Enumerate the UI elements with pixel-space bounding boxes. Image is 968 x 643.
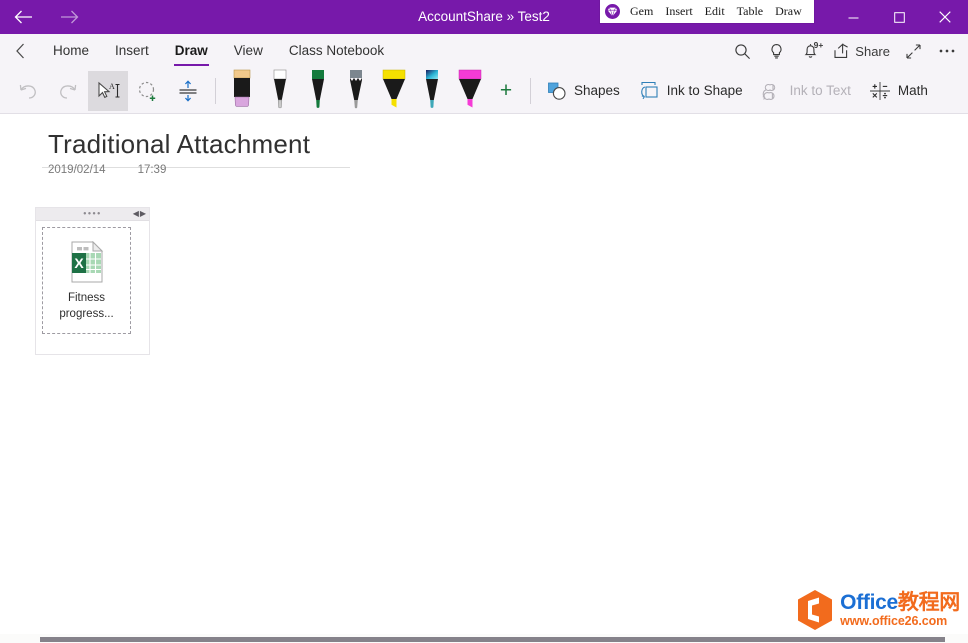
ribbon-right-actions: 9+ Share <box>725 34 964 68</box>
pen-green[interactable] <box>299 69 337 113</box>
title-bar: AccountShare » Test2 <box>0 0 968 34</box>
attachment-file-name[interactable]: Fitness progress... <box>43 290 130 322</box>
watermark-brand: Office教程网 <box>840 592 960 614</box>
insert-space-icon <box>177 80 199 102</box>
tab-class-notebook[interactable]: Class Notebook <box>276 34 397 68</box>
gem-menu-draw[interactable]: Draw <box>769 0 808 23</box>
add-pen-button[interactable]: + <box>489 71 523 111</box>
insert-space-button[interactable] <box>168 71 208 111</box>
shapes-button[interactable]: Shapes <box>538 71 629 111</box>
ellipsis-icon <box>938 48 956 54</box>
undo-icon <box>17 81 39 101</box>
resize-arrows-icon[interactable]: ◀▶ <box>133 210 147 218</box>
pen-eraser[interactable] <box>223 69 261 113</box>
office-logo-icon <box>796 589 834 631</box>
ink-to-shape-label: Ink to Shape <box>667 83 743 98</box>
gem-brand-label[interactable]: Gem <box>624 0 659 23</box>
tell-me-button[interactable] <box>759 34 793 68</box>
search-button[interactable] <box>725 34 759 68</box>
back-button[interactable] <box>0 0 46 34</box>
ink-to-shape-button[interactable]: Ink to Shape <box>629 71 752 111</box>
gem-addin-menu[interactable]: Gem Insert Edit Table Draw <box>600 0 814 23</box>
page-date[interactable]: 2019/02/14 <box>48 164 106 176</box>
math-icon <box>869 81 891 101</box>
navigation-back-icon[interactable] <box>0 34 40 68</box>
select-cursor-icon: A <box>95 80 121 102</box>
tab-view[interactable]: View <box>221 34 276 68</box>
ink-to-text-button[interactable]: Ink to Text <box>752 71 860 111</box>
ribbon-tab-bar: Home Insert Draw View Class Notebook <box>0 34 968 68</box>
gem-menu-insert[interactable]: Insert <box>659 0 698 23</box>
vertical-scrollbar[interactable] <box>963 114 968 634</box>
more-options-button[interactable] <box>930 34 964 68</box>
horizontal-scrollbar[interactable] <box>0 634 968 643</box>
search-icon <box>734 43 751 60</box>
pen-teal[interactable] <box>413 69 451 113</box>
file-attachment[interactable]: X Fitness progress... <box>42 227 131 334</box>
notification-badge: 9+ <box>814 40 824 50</box>
full-page-view-button[interactable] <box>896 34 930 68</box>
lasso-select-icon <box>136 80 160 102</box>
pencil-gray[interactable] <box>337 69 375 113</box>
page-title[interactable]: Traditional Attachment <box>48 129 310 160</box>
pen-white[interactable] <box>261 69 299 113</box>
minimize-button[interactable] <box>830 0 876 34</box>
tab-insert[interactable]: Insert <box>102 34 162 68</box>
maximize-button[interactable] <box>876 0 922 34</box>
close-button[interactable] <box>922 0 968 34</box>
share-label: Share <box>855 44 890 59</box>
lightbulb-icon <box>768 43 785 60</box>
ink-to-text-label: Ink to Text <box>790 83 851 98</box>
share-button[interactable]: Share <box>827 34 896 68</box>
site-watermark: Office教程网 www.office26.com <box>796 589 960 631</box>
redo-icon <box>57 81 79 101</box>
forward-button[interactable] <box>46 0 92 34</box>
svg-text:A: A <box>109 82 115 91</box>
note-container[interactable]: •••• ◀▶ X Fitness progress... <box>35 207 150 355</box>
note-container-handle[interactable]: •••• ◀▶ <box>36 208 149 221</box>
window-controls <box>830 0 968 34</box>
draw-toolbar: A <box>0 68 968 114</box>
ink-to-shape-icon <box>638 81 660 101</box>
toolbar-divider <box>215 78 216 104</box>
gem-icon <box>605 4 620 19</box>
watermark-url: www.office26.com <box>840 614 960 629</box>
redo-button[interactable] <box>48 71 88 111</box>
math-button[interactable]: Math <box>860 71 937 111</box>
select-tool-button[interactable]: A <box>88 71 128 111</box>
watermark-brand-cn: 教程网 <box>898 591 960 614</box>
window-title: AccountShare » Test2 <box>0 0 968 34</box>
gem-menu-edit[interactable]: Edit <box>699 0 731 23</box>
onenote-window: AccountShare » Test2 <box>0 0 968 643</box>
tab-home[interactable]: Home <box>40 34 102 68</box>
watermark-brand-en: Office <box>840 591 898 614</box>
ink-to-text-icon <box>761 81 783 101</box>
lasso-select-button[interactable] <box>128 71 168 111</box>
page-timestamp: 2019/02/14 17:39 <box>48 164 166 176</box>
highlighter-magenta[interactable] <box>451 69 489 113</box>
undo-button[interactable] <box>8 71 48 111</box>
expand-diagonal-icon <box>905 43 922 60</box>
notifications-button[interactable]: 9+ <box>793 34 827 68</box>
tab-draw[interactable]: Draw <box>162 34 221 68</box>
page-time[interactable]: 17:39 <box>138 164 167 176</box>
shapes-icon <box>547 81 567 101</box>
share-icon <box>833 43 850 59</box>
handle-grip-icon: •••• <box>83 210 102 219</box>
toolbar-divider-2 <box>530 78 531 104</box>
horizontal-scrollbar-thumb[interactable] <box>40 637 945 642</box>
text-cursor-indicator <box>805 3 806 21</box>
page-canvas[interactable]: Traditional Attachment 2019/02/14 17:39 … <box>0 114 968 634</box>
highlighter-yellow[interactable] <box>375 69 413 113</box>
gem-menu-table[interactable]: Table <box>731 0 769 23</box>
svg-text:X: X <box>74 255 84 271</box>
watermark-text: Office教程网 www.office26.com <box>840 592 960 629</box>
math-label: Math <box>898 83 928 98</box>
excel-file-icon: X <box>69 241 105 283</box>
shapes-label: Shapes <box>574 83 620 98</box>
